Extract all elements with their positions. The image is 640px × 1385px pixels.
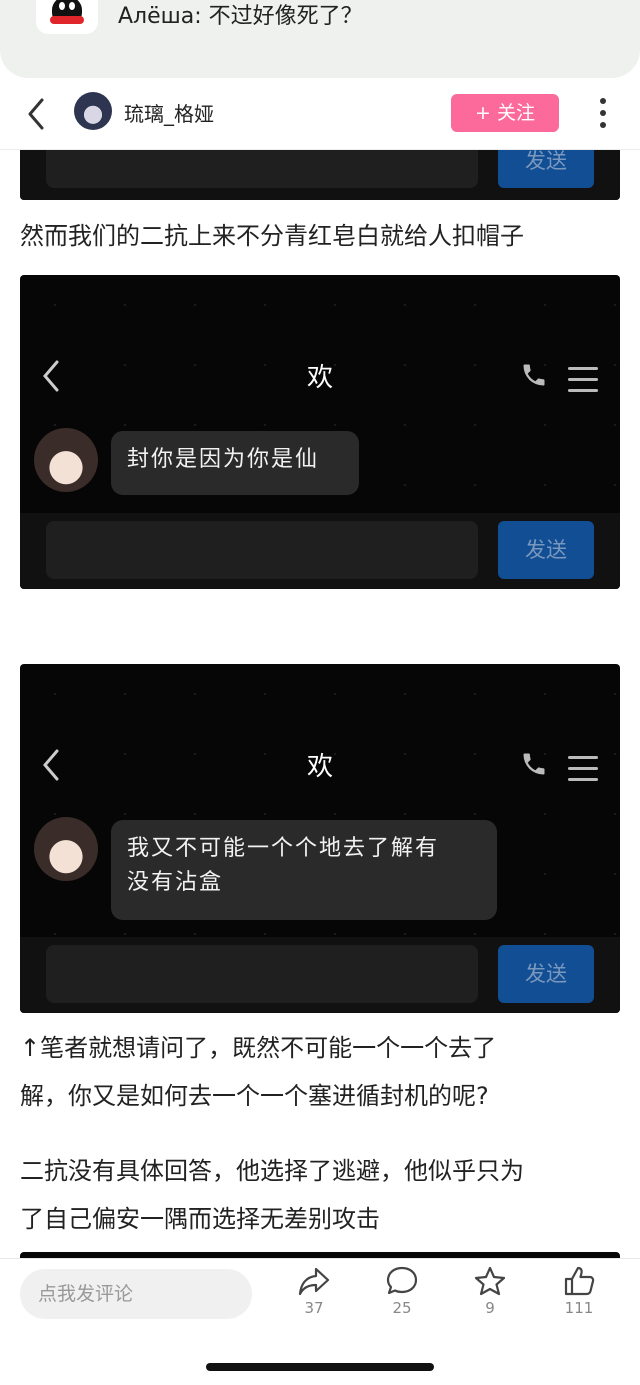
chat-input-box — [46, 945, 478, 1003]
chat-bubble: 我又不可能一个个地去了解有 没有沾盒 — [111, 820, 497, 920]
chat-bubble: 封你是因为你是仙 — [111, 431, 359, 495]
qq-penguin-icon — [36, 0, 98, 34]
paragraph-2-line-2: 解，你又是如何去一个一个塞进循封机的呢? — [20, 1082, 489, 1110]
contact-avatar — [34, 428, 98, 492]
chat-screenshot-1: 欢 封你是因为你是仙 发送 — [20, 275, 620, 589]
chat-input-box — [46, 150, 478, 188]
send-button: 发送 — [498, 945, 594, 1003]
phone-icon — [520, 750, 548, 778]
back-chevron-icon[interactable] — [22, 94, 52, 134]
author-avatar[interactable] — [74, 92, 112, 130]
more-options-icon[interactable] — [596, 96, 610, 132]
author-username[interactable]: 琉璃_格娅 — [124, 98, 214, 127]
share-count: 37 — [304, 1299, 324, 1317]
comment-button[interactable]: 25 — [377, 1265, 427, 1317]
chat-screenshot-2: 欢 我又不可能一个个地去了解有 没有沾盒 发送 — [20, 664, 620, 1013]
post-header: 琉璃_格娅 + 关注 — [0, 78, 640, 150]
notification-banner[interactable]: Алёша: 不过好像死了？ — [0, 0, 640, 78]
share-button[interactable]: 37 — [289, 1265, 339, 1317]
notification-text: Алёша: 不过好像死了？ — [118, 4, 363, 29]
star-icon — [474, 1266, 506, 1296]
comment-bubble-icon — [386, 1266, 418, 1295]
send-button: 发送 — [498, 150, 594, 188]
chat-bubble-line-1: 我又不可能一个个地去了解有 — [127, 836, 440, 861]
like-button[interactable]: 111 — [554, 1265, 604, 1317]
paragraph-2-line-1: ↑笔者就想请问了，既然不可能一个一个去了 — [20, 1034, 497, 1062]
chat-input-box — [46, 521, 478, 579]
menu-icon — [568, 367, 598, 393]
paragraph-2: ↑笔者就想请问了，既然不可能一个一个去了 解，你又是如何去一个一个塞进循封机的呢… — [20, 1024, 620, 1120]
paragraph-3-line-2: 了自己偏安一隅而选择无差别攻击 — [20, 1205, 380, 1233]
home-indicator[interactable] — [206, 1363, 434, 1371]
comment-input[interactable]: 点我发评论 — [20, 1269, 252, 1319]
chat-bubble-line-2: 没有沾盒 — [127, 870, 224, 895]
paragraph-1: 然而我们的二抗上来不分青红皂白就给人扣帽子 — [20, 222, 524, 250]
favorite-count: 9 — [485, 1299, 495, 1317]
bottom-action-bar: 点我发评论 37 25 9 111 — [0, 1258, 640, 1385]
comment-count: 25 — [392, 1299, 412, 1317]
share-icon — [298, 1267, 330, 1296]
favorite-button[interactable]: 9 — [465, 1265, 515, 1317]
chat-screenshot-partial: 发送 — [20, 150, 620, 200]
menu-icon — [568, 756, 598, 782]
like-count: 111 — [564, 1299, 594, 1317]
follow-button[interactable]: + 关注 — [451, 94, 559, 132]
paragraph-3: 二抗没有具体回答，他选择了逃避，他似乎只为 了自己偏安一隅而选择无差别攻击 — [20, 1147, 620, 1243]
post-content: 发送 然而我们的二抗上来不分青红皂白就给人扣帽子 欢 封你是因为你是仙 发送 欢 — [0, 150, 640, 1258]
paragraph-3-line-1: 二抗没有具体回答，他选择了逃避，他似乎只为 — [20, 1157, 524, 1185]
phone-icon — [520, 361, 548, 389]
thumbs-up-icon — [564, 1266, 595, 1296]
send-button: 发送 — [498, 521, 594, 579]
contact-avatar — [34, 817, 98, 881]
